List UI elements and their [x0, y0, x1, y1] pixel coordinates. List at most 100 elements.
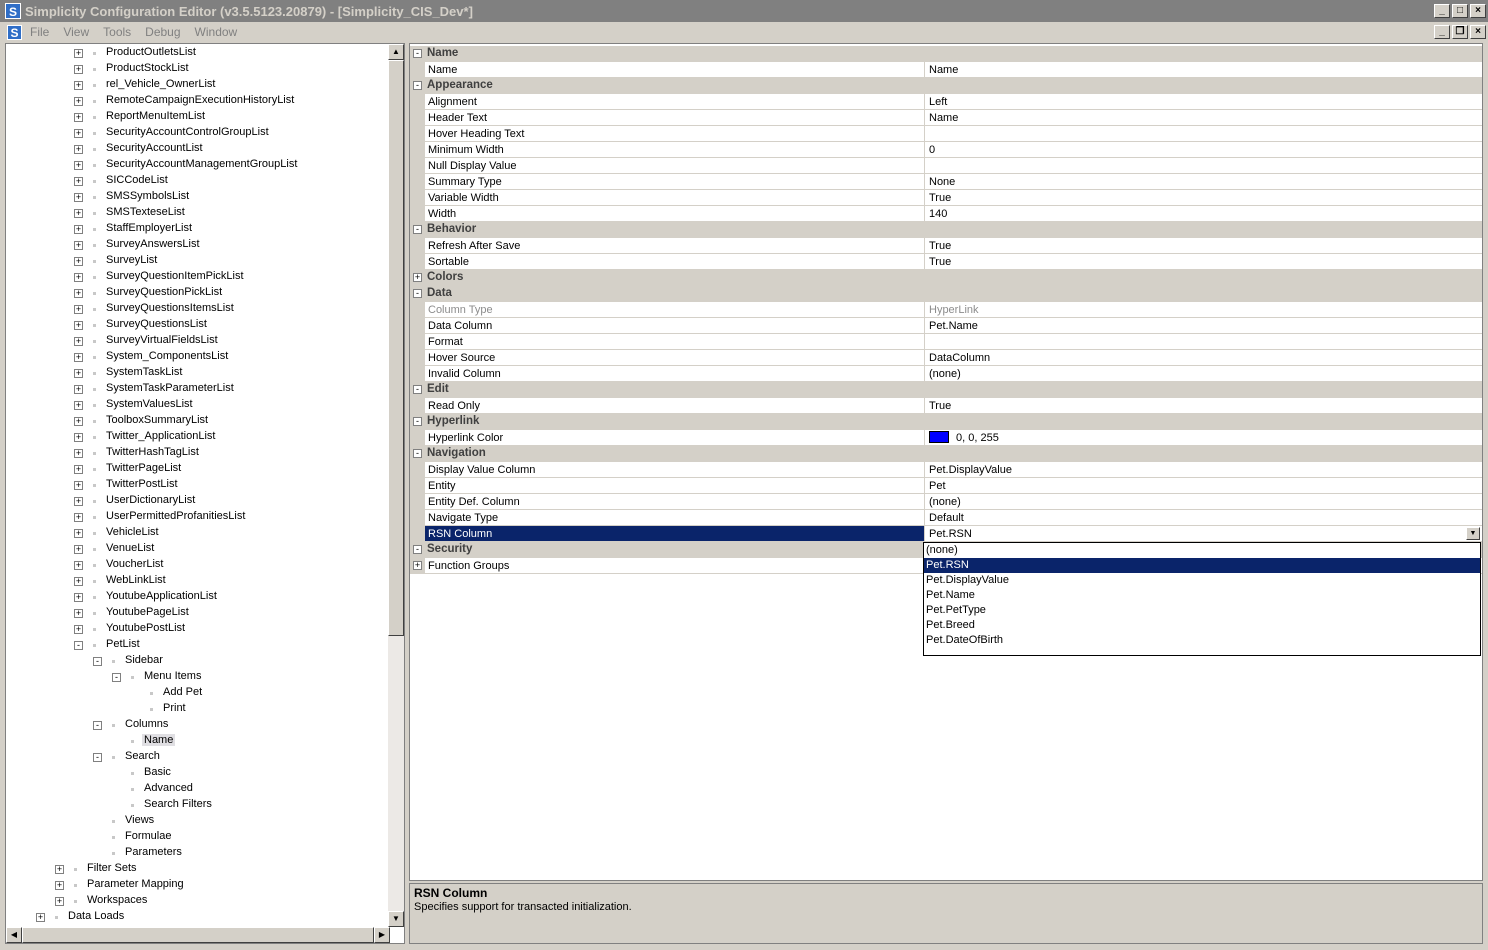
expand-icon[interactable]: +	[55, 865, 64, 874]
property-name[interactable]: RSN Column	[425, 526, 925, 542]
tree-item[interactable]: + TwitterPageList	[6, 461, 390, 477]
expand-icon[interactable]: +	[74, 449, 83, 458]
property-row[interactable]: Format	[410, 334, 1482, 350]
property-category[interactable]: - Edit	[410, 382, 1482, 398]
menu-view[interactable]: View	[63, 25, 89, 39]
tree-item[interactable]: Print	[6, 701, 390, 717]
tree-item[interactable]: + SMSSymbolsList	[6, 189, 390, 205]
tree-item[interactable]: + ProductStockList	[6, 61, 390, 77]
tree-item-label[interactable]: Data Loads	[66, 910, 126, 922]
property-name[interactable]: Variable Width	[425, 190, 925, 206]
tree-item-label[interactable]: Parameters	[123, 846, 184, 858]
tree-item-label[interactable]: Search	[123, 750, 162, 762]
collapse-icon[interactable]: -	[413, 81, 422, 90]
document-icon[interactable]: S	[7, 24, 22, 40]
tree-item[interactable]: + SurveyList	[6, 253, 390, 269]
tree-item-label[interactable]: ToolboxSummaryList	[104, 414, 210, 426]
collapse-icon[interactable]: -	[413, 417, 422, 426]
property-category[interactable]: - Hyperlink	[410, 414, 1482, 430]
property-value[interactable]: Default	[925, 510, 1482, 526]
dropdown-option[interactable]: Pet.DisplayValue	[924, 573, 1480, 588]
property-name[interactable]: Width	[425, 206, 925, 222]
property-value[interactable]: 140	[925, 206, 1482, 222]
expand-icon[interactable]: +	[74, 433, 83, 442]
property-value[interactable]: Left	[925, 94, 1482, 110]
mdi-close-button[interactable]: ×	[1470, 25, 1486, 39]
tree-item[interactable]: + UserDictionaryList	[6, 493, 390, 509]
expand-icon[interactable]: +	[74, 465, 83, 474]
panel-splitter[interactable]	[405, 43, 408, 944]
tree-item[interactable]: + SurveyQuestionItemPickList	[6, 269, 390, 285]
tree-item[interactable]: - Sidebar	[6, 653, 390, 669]
expand-icon[interactable]: +	[74, 625, 83, 634]
tree-item-label[interactable]: SystemTaskList	[104, 366, 184, 378]
property-row[interactable]: Navigate Type Default	[410, 510, 1482, 526]
tree-item[interactable]: + ReportMenuItemList	[6, 109, 390, 125]
property-row[interactable]: Hover Source DataColumn	[410, 350, 1482, 366]
property-name[interactable]: Navigate Type	[425, 510, 925, 526]
mdi-restore-button[interactable]: ❐	[1452, 25, 1468, 39]
tree-item-label[interactable]: SecurityAccountManagementGroupList	[104, 158, 299, 170]
tree-item[interactable]: + ToolboxSummaryList	[6, 413, 390, 429]
expand-icon[interactable]: +	[74, 545, 83, 554]
expand-icon[interactable]: +	[74, 497, 83, 506]
property-row[interactable]: Width 140	[410, 206, 1482, 222]
tree-item[interactable]: + TwitterPostList	[6, 477, 390, 493]
tree-item-label[interactable]: SystemTaskParameterList	[104, 382, 236, 394]
tree-item-label[interactable]: TwitterPageList	[104, 462, 183, 474]
tree-item-label[interactable]: Views	[123, 814, 156, 826]
tree-item[interactable]: + VehicleList	[6, 525, 390, 541]
tree-item-label[interactable]: ProductOutletsList	[104, 46, 198, 58]
expand-icon[interactable]: +	[74, 241, 83, 250]
tree-item-label[interactable]: Workspaces	[85, 894, 149, 906]
tree-item[interactable]: + SICCodeList	[6, 173, 390, 189]
property-name[interactable]: Hover Heading Text	[425, 126, 925, 142]
tree-item-label[interactable]: ProductStockList	[104, 62, 191, 74]
menu-window[interactable]: Window	[195, 25, 238, 39]
tree-item[interactable]: + WebLinkList	[6, 573, 390, 589]
property-value[interactable]: True	[925, 398, 1482, 414]
collapse-icon[interactable]: -	[413, 449, 422, 458]
collapse-icon[interactable]: -	[413, 385, 422, 394]
expand-icon[interactable]: +	[74, 321, 83, 330]
property-row[interactable]: Name Name	[410, 62, 1482, 78]
property-category[interactable]: - Data	[410, 286, 1482, 302]
tree-item-label[interactable]: Basic	[142, 766, 173, 778]
tree-item[interactable]: Name	[6, 733, 390, 749]
tree-item-label[interactable]: Add Pet	[161, 686, 204, 698]
tree-item-label[interactable]: SurveyQuestionsList	[104, 318, 209, 330]
tree-item-label[interactable]: SurveyList	[104, 254, 159, 266]
tree-item[interactable]: + SecurityAccountManagementGroupList	[6, 157, 390, 173]
expand-icon[interactable]: +	[74, 97, 83, 106]
expand-icon[interactable]: +	[413, 273, 422, 282]
property-value[interactable]: Pet	[925, 478, 1482, 494]
property-value[interactable]: HyperLink	[925, 302, 1482, 318]
tree-item-label[interactable]: Columns	[123, 718, 170, 730]
tree-item[interactable]: + SecurityAccountList	[6, 141, 390, 157]
tree-item-label[interactable]: YoutubePostList	[104, 622, 187, 634]
expand-icon[interactable]: +	[74, 513, 83, 522]
tree-item[interactable]: + YoutubeApplicationList	[6, 589, 390, 605]
property-value[interactable]: 0, 0, 255	[925, 430, 1482, 446]
tree-item-label[interactable]: SurveyQuestionItemPickList	[104, 270, 246, 282]
property-value[interactable]	[925, 126, 1482, 142]
property-row[interactable]: Hyperlink Color 0, 0, 255	[410, 430, 1482, 446]
tree-item-label[interactable]: SMSSymbolsList	[104, 190, 191, 202]
property-row[interactable]: RSN Column Pet.RSN ▼	[410, 526, 1482, 542]
h-scroll-thumb[interactable]	[22, 927, 374, 943]
dropdown-option[interactable]: Pet.Name	[924, 588, 1480, 603]
tree-item[interactable]: + VenueList	[6, 541, 390, 557]
property-value[interactable]: (none)	[925, 366, 1482, 382]
property-value[interactable]: True	[925, 254, 1482, 270]
scroll-left-icon[interactable]: ◀	[6, 927, 22, 943]
tree-item[interactable]: Advanced	[6, 781, 390, 797]
tree-item-label[interactable]: SurveyQuestionPickList	[104, 286, 224, 298]
property-name[interactable]: Entity Def. Column	[425, 494, 925, 510]
dropdown-option[interactable]: Pet.RSN	[924, 558, 1480, 573]
scroll-up-icon[interactable]: ▲	[388, 44, 404, 60]
menu-debug[interactable]: Debug	[145, 25, 180, 39]
tree-horizontal-scrollbar[interactable]: ◀ ▶	[6, 927, 390, 943]
property-value[interactable]: Name	[925, 62, 1482, 78]
expand-icon[interactable]: +	[74, 417, 83, 426]
tree-item-label[interactable]: rel_Vehicle_OwnerList	[104, 78, 217, 90]
